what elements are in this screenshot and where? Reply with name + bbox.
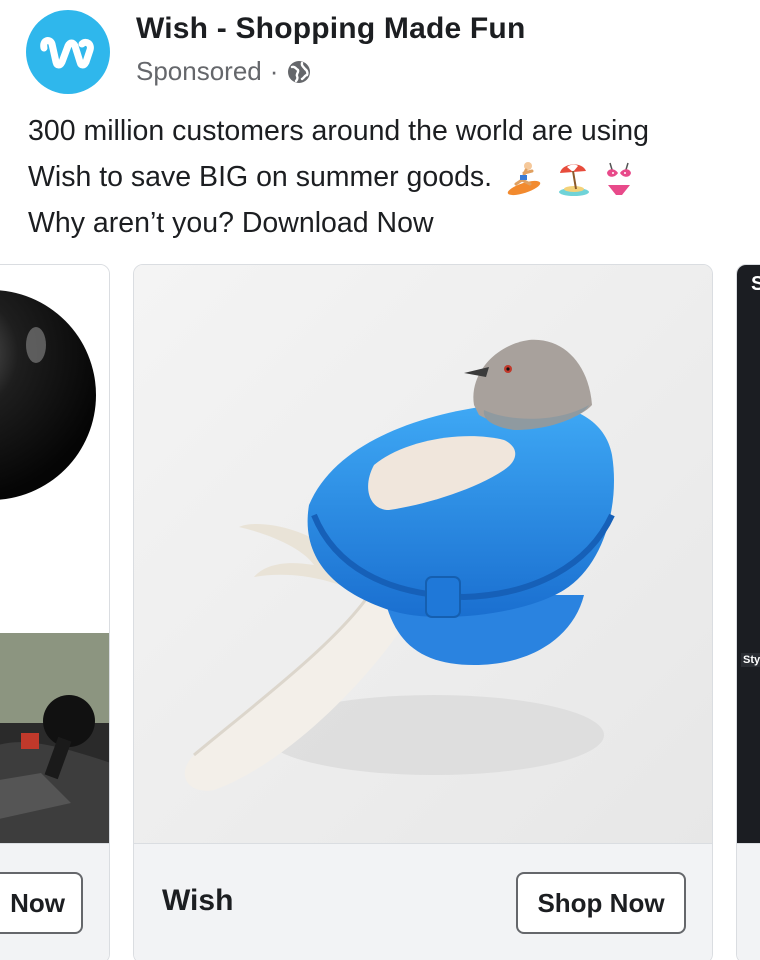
carousel-card-previous[interactable]: Now [0, 264, 110, 960]
post-text-line-3: Why aren’t you? Download Now [28, 207, 434, 239]
globe-icon[interactable] [286, 59, 312, 85]
next-card-footer [737, 843, 760, 960]
meta-separator: · [269, 56, 279, 86]
previous-card-cta-button[interactable]: Now [0, 872, 83, 934]
wish-logo-icon [40, 37, 94, 69]
surfer-emoji-icon [507, 162, 541, 196]
wish-logo-avatar[interactable] [26, 10, 110, 94]
post-header: Wish - Shopping Made Fun Sponsored · [22, 6, 742, 96]
post-message: 300 million customers around the world a… [28, 108, 753, 246]
beach-umbrella-emoji-icon [558, 164, 589, 197]
previous-card-image[interactable] [0, 265, 109, 843]
carousel-card-main[interactable]: Wish Shop Now [133, 264, 713, 960]
motorcycle-mount-image [0, 633, 109, 843]
next-card-image[interactable]: S Sty [737, 265, 760, 843]
post-text-line-2-text: Wish to save BIG on summer goods. [28, 161, 493, 193]
post-text-line-2: Wish to save BIG on summer goods. [28, 154, 753, 200]
next-card-top-letter: S [751, 273, 760, 296]
pigeon-holder-product-icon [134, 265, 712, 843]
bikini-emoji-icon [606, 163, 631, 196]
main-card-title[interactable]: Wish [162, 884, 233, 918]
motorcycle-mount-icon [0, 633, 109, 843]
main-card-image[interactable] [134, 265, 712, 843]
carousel-card-next[interactable]: S Sty [736, 264, 760, 960]
post-meta: Sponsored · [136, 56, 312, 87]
next-card-label: Sty [741, 653, 760, 667]
black-ball-image [0, 265, 109, 633]
page-name-link[interactable]: Wish - Shopping Made Fun [136, 12, 525, 46]
post-text-line-1: 300 million customers around the world a… [28, 115, 649, 147]
sponsored-label[interactable]: Sponsored [136, 56, 262, 87]
shop-now-button[interactable]: Shop Now [516, 872, 686, 934]
main-card-footer: Wish Shop Now [134, 843, 712, 960]
black-ball-icon [0, 290, 96, 500]
previous-card-footer: Now [0, 843, 109, 960]
